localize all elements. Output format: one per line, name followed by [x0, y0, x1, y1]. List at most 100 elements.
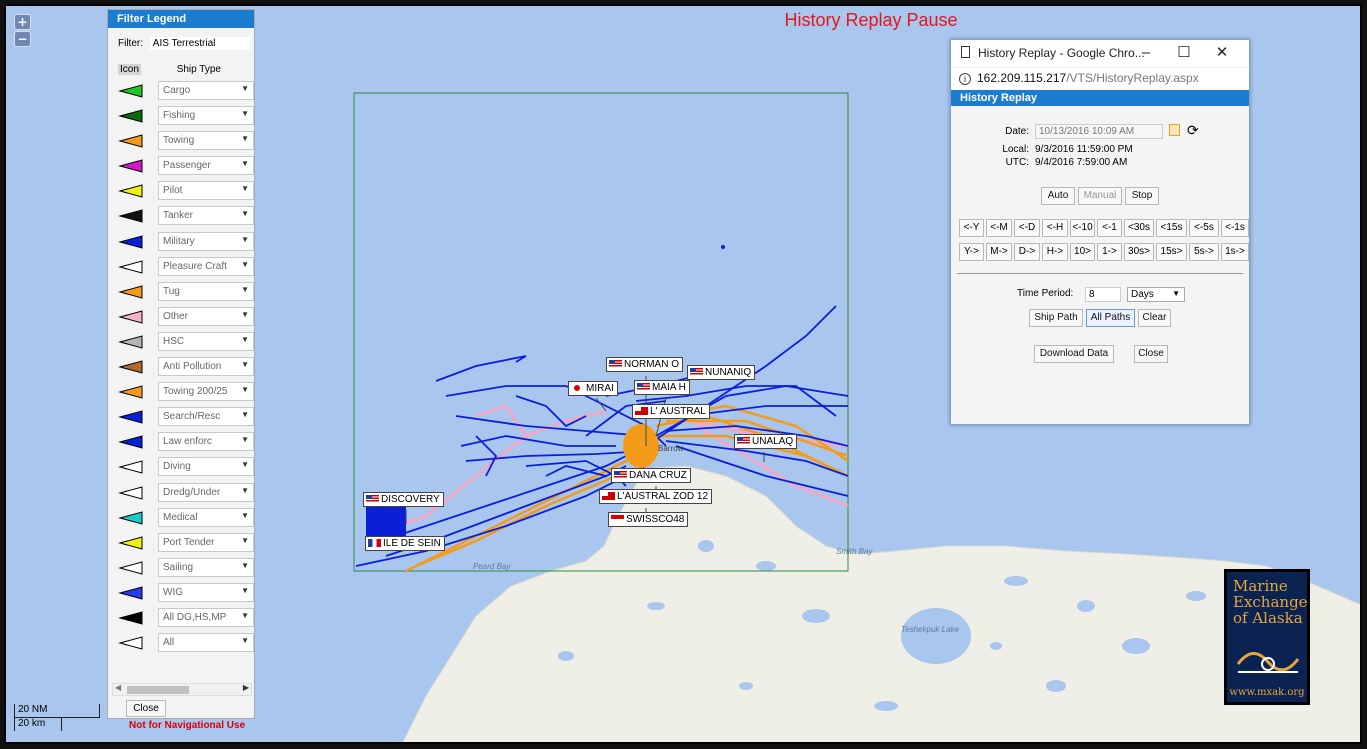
ship-type-select[interactable]: WIG ▼ [158, 582, 254, 602]
ship-type-select[interactable]: Dredg/Under ▼ [158, 482, 254, 502]
ship-type-select[interactable]: All DG,HS,MP ▼ [158, 607, 254, 627]
back-step-button[interactable]: <30s [1124, 219, 1154, 237]
forward-step-button[interactable]: 30s> [1124, 243, 1154, 261]
ship-type-label: Dredg/Under [163, 486, 221, 498]
manual-button[interactable]: Manual [1078, 187, 1122, 205]
forward-step-button[interactable]: 15s> [1156, 243, 1187, 261]
minimize-icon[interactable]: – [1127, 44, 1165, 61]
vessel-label[interactable]: ILE DE SEIN [365, 536, 445, 551]
legend-row: Military ▼ [108, 230, 254, 255]
back-step-button[interactable]: <-M [986, 219, 1012, 237]
ship-type-label: Military [163, 235, 195, 247]
scroll-right-icon[interactable]: ▶ [243, 683, 249, 692]
zoom-in-button[interactable]: + [14, 14, 31, 30]
back-step-button[interactable]: <-1s [1221, 219, 1249, 237]
ship-type-select[interactable]: Sailing ▼ [158, 557, 254, 577]
legend-close-button[interactable]: Close [126, 700, 166, 717]
all-paths-button[interactable]: All Paths [1086, 309, 1135, 327]
forward-step-button[interactable]: 10> [1070, 243, 1095, 261]
period-unit-select[interactable]: Days ▼ [1127, 287, 1185, 302]
ship-type-label: Port Tender [163, 536, 215, 548]
vessel-label[interactable]: SWISSCO48 [608, 512, 689, 527]
zoom-control: + − [14, 14, 31, 48]
forward-step-button[interactable]: 1s-> [1221, 243, 1249, 261]
ship-type-select[interactable]: Military ▼ [158, 231, 254, 251]
period-input[interactable]: 8 [1085, 287, 1121, 302]
ship-type-select[interactable]: Medical ▼ [158, 507, 254, 527]
forward-step-button[interactable]: M-> [986, 243, 1012, 261]
ship-type-select[interactable]: Pilot ▼ [158, 181, 254, 201]
filter-value[interactable]: AIS Terrestrial [149, 37, 250, 50]
ship-path-button[interactable]: Ship Path [1029, 309, 1083, 327]
ship-type-select[interactable]: Tanker ▼ [158, 206, 254, 226]
forward-step-button[interactable]: H-> [1042, 243, 1068, 261]
vessel-label[interactable]: DANA CRUZ [611, 468, 691, 483]
date-input[interactable]: 10/13/2016 10:09 AM [1035, 124, 1163, 139]
ship-type-select[interactable]: Fishing ▼ [158, 106, 254, 126]
vessel-label[interactable]: L' AUSTRAL [632, 404, 710, 419]
vessel-label[interactable]: MAIA H [634, 380, 690, 395]
back-step-button[interactable]: <-5s [1189, 219, 1219, 237]
ship-triangle-icon [118, 109, 143, 123]
ship-type-select[interactable]: Diving ▼ [158, 457, 254, 477]
ship-type-select[interactable]: Pleasure Craft ▼ [158, 256, 254, 276]
ship-type-select[interactable]: Law enforc ▼ [158, 432, 254, 452]
stop-button[interactable]: Stop [1125, 187, 1159, 205]
window-titlebar[interactable]: History Replay - Google Chro... – ☐ ✕ [951, 40, 1249, 67]
scroll-thumb[interactable] [127, 686, 189, 694]
vessel-label[interactable]: DISCOVERY [363, 492, 444, 507]
ship-type-label: Diving [163, 461, 191, 473]
close-icon[interactable]: ✕ [1203, 43, 1241, 61]
chevron-down-icon: ▼ [241, 535, 249, 545]
chevron-down-icon: ▼ [241, 84, 249, 93]
back-step-button[interactable]: <-Y [959, 219, 984, 237]
ship-type-select[interactable]: Anti Pollution ▼ [158, 357, 254, 377]
back-step-button[interactable]: <-H [1042, 219, 1068, 237]
calendar-icon[interactable] [1169, 124, 1180, 136]
ship-type-select[interactable]: Search/Resc ▼ [158, 407, 254, 427]
window-close-button[interactable]: Close [1134, 345, 1168, 363]
ship-type-select[interactable]: Passenger ▼ [158, 156, 254, 176]
ship-type-select[interactable]: Cargo ▼ [158, 81, 254, 100]
ship-triangle-icon [118, 561, 143, 575]
url-bar[interactable]: i 162.209.115.217/VTS/HistoryReplay.aspx [951, 67, 1249, 90]
map-frame[interactable]: Barrow Peard Bay Smith Bay Teshekpuk Lak… [4, 4, 1362, 744]
scroll-left-icon[interactable]: ◀ [115, 683, 121, 692]
legend-row: Law enforc ▼ [108, 430, 254, 455]
back-step-button[interactable]: <-10 [1070, 219, 1095, 237]
chevron-down-icon: ▼ [241, 435, 249, 445]
forward-step-button[interactable]: 1-> [1097, 243, 1122, 261]
ship-type-select[interactable]: Other ▼ [158, 306, 254, 326]
legend-scrollbar[interactable]: ◀ ▶ [112, 683, 252, 696]
info-icon[interactable]: i [959, 73, 971, 85]
vessel-label[interactable]: UNALAQ [734, 434, 798, 449]
refresh-icon[interactable]: ⟳ [1187, 122, 1199, 139]
ship-type-select[interactable]: Towing 200/25 ▼ [158, 382, 254, 402]
maximize-icon[interactable]: ☐ [1165, 43, 1203, 61]
back-step-button[interactable]: <-1 [1097, 219, 1122, 237]
back-step-button[interactable]: <-D [1014, 219, 1040, 237]
ship-type-select[interactable]: All ▼ [158, 633, 254, 653]
legend-row: Port Tender ▼ [108, 531, 254, 556]
ship-type-select[interactable]: HSC ▼ [158, 331, 254, 351]
forward-step-button[interactable]: Y-> [959, 243, 984, 261]
vessel-label[interactable]: NUNANIQ [687, 365, 756, 380]
clear-button[interactable]: Clear [1138, 309, 1171, 327]
forward-step-button[interactable]: 5s-> [1189, 243, 1219, 261]
ship-type-select[interactable]: Towing ▼ [158, 131, 254, 151]
back-step-button[interactable]: <15s [1156, 219, 1187, 237]
ship-type-select[interactable]: Tug ▼ [158, 281, 254, 301]
vessel-label[interactable]: MIRAI [568, 381, 618, 396]
replay-body: Date: 10/13/2016 10:09 AM ⟳ Local: 9/3/2… [951, 106, 1249, 424]
auto-button[interactable]: Auto [1041, 187, 1075, 205]
vessel-label[interactable]: L'AUSTRAL ZOD 12 [599, 489, 713, 504]
ship-type-label: Fishing [163, 110, 196, 122]
download-data-button[interactable]: Download Data [1034, 345, 1114, 363]
bm-flag-icon [602, 492, 615, 500]
ship-type-label: HSC [163, 335, 185, 347]
forward-step-button[interactable]: D-> [1014, 243, 1040, 261]
zoom-out-button[interactable]: − [14, 31, 31, 47]
vessel-label[interactable]: NORMAN O [606, 357, 683, 372]
ship-type-select[interactable]: Port Tender ▼ [158, 532, 254, 552]
marine-exchange-logo[interactable]: Marine Exchange of Alaska www.mxak.org [1224, 569, 1310, 705]
